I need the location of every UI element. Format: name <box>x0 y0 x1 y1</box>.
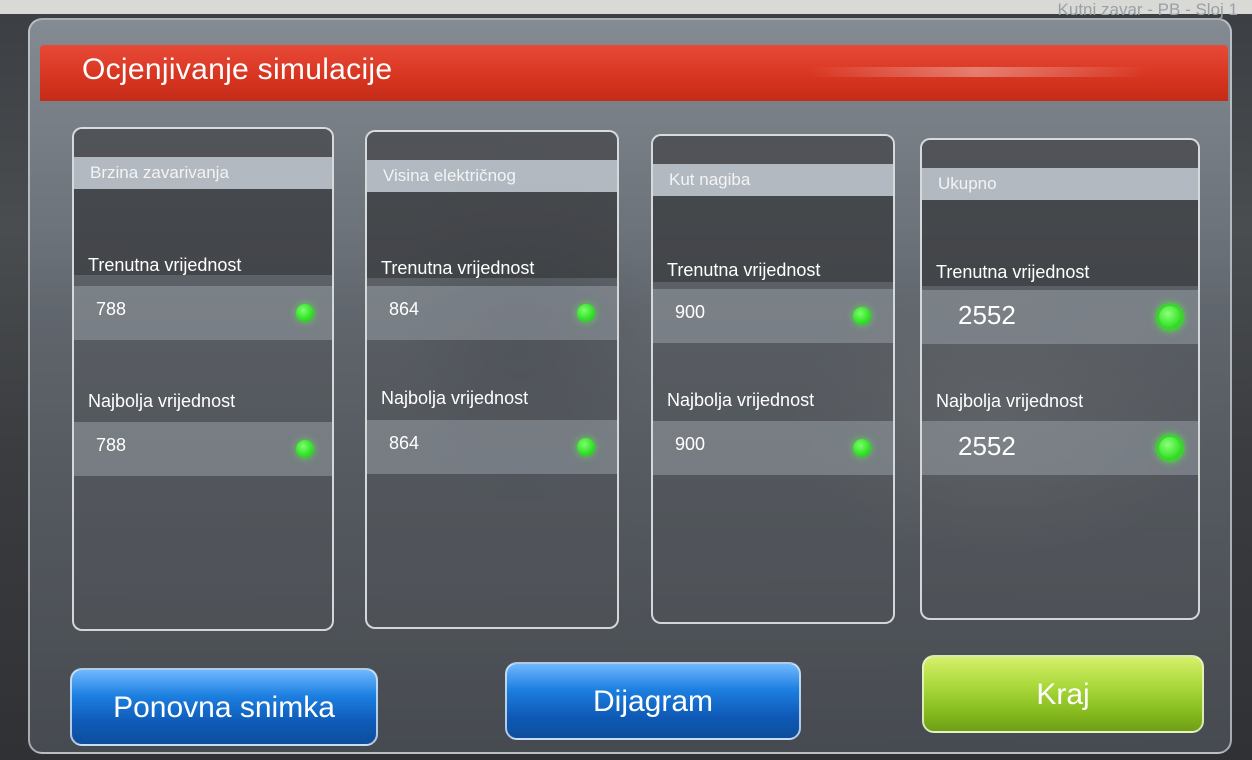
best-value-row: 864 <box>367 420 617 474</box>
status-dot-icon <box>296 440 314 458</box>
card-brzina-zavarivanja: Brzina zavarivanja Trenutna vrijednost 7… <box>72 127 334 631</box>
corner-label: Kutni zavar - PB - Sloj 1 <box>1057 0 1238 19</box>
best-value: 864 <box>389 433 420 453</box>
title-bar: Ocjenjivanje simulacije <box>40 45 1228 101</box>
diagram-button[interactable]: Dijagram <box>505 662 801 740</box>
card-header: Visina električnog <box>367 160 617 192</box>
best-value-row: 900 <box>653 421 893 475</box>
current-value-label: Trenutna vrijednost <box>667 260 821 280</box>
top-strip: Kutni zavar - PB - Sloj 1 <box>0 0 1252 19</box>
current-value-row: 900 <box>653 289 893 343</box>
replay-button[interactable]: Ponovna snimka <box>70 668 378 746</box>
status-dot-icon <box>1156 434 1184 462</box>
title-sheen <box>808 67 1148 77</box>
best-value-label: Najbolja vrijednost <box>88 391 236 411</box>
current-value-row: 864 <box>367 286 617 340</box>
status-dot-icon <box>577 438 595 456</box>
best-value: 2552 <box>958 431 1016 461</box>
best-value-row: 2552 <box>922 421 1198 475</box>
current-value: 864 <box>389 299 420 319</box>
replay-button-label: Ponovna snimka <box>113 691 335 724</box>
current-value: 900 <box>675 302 706 322</box>
card-kut-nagiba: Kut nagiba Trenutna vrijednost 900 Najbo… <box>651 134 895 624</box>
end-button[interactable]: Kraj <box>922 655 1204 733</box>
best-value-label: Najbolja vrijednost <box>936 391 1084 411</box>
card-ukupno: Ukupno Trenutna vrijednost 2552 Najbolja… <box>920 138 1200 620</box>
card-topband <box>922 140 1198 168</box>
card-topband <box>653 136 893 164</box>
current-value-row: 788 <box>74 286 332 340</box>
best-value-label: Najbolja vrijednost <box>381 388 529 408</box>
current-value-label: Trenutna vrijednost <box>381 258 535 278</box>
card-visina-elektricnog: Visina električnog Trenutna vrijednost 8… <box>365 130 619 629</box>
status-dot-icon <box>1156 303 1184 331</box>
best-value-label: Najbolja vrijednost <box>667 390 815 410</box>
best-value-row: 788 <box>74 422 332 476</box>
status-dot-icon <box>853 439 871 457</box>
status-dot-icon <box>577 304 595 322</box>
card-header: Brzina zavarivanja <box>74 157 332 189</box>
card-topband <box>367 132 617 160</box>
current-value: 788 <box>96 299 127 319</box>
best-value: 900 <box>675 434 706 454</box>
card-header: Kut nagiba <box>653 164 893 196</box>
best-value: 788 <box>96 435 127 455</box>
card-header: Ukupno <box>922 168 1198 200</box>
current-value-label: Trenutna vrijednost <box>936 262 1090 282</box>
current-value: 2552 <box>958 300 1016 330</box>
status-dot-icon <box>853 307 871 325</box>
end-button-label: Kraj <box>1036 678 1090 711</box>
status-dot-icon <box>296 304 314 322</box>
diagram-button-label: Dijagram <box>592 685 714 718</box>
current-value-label: Trenutna vrijednost <box>88 255 242 275</box>
current-value-row: 2552 <box>922 290 1198 344</box>
card-topband <box>74 129 332 157</box>
page-title: Ocjenjivanje simulacije <box>82 53 393 86</box>
